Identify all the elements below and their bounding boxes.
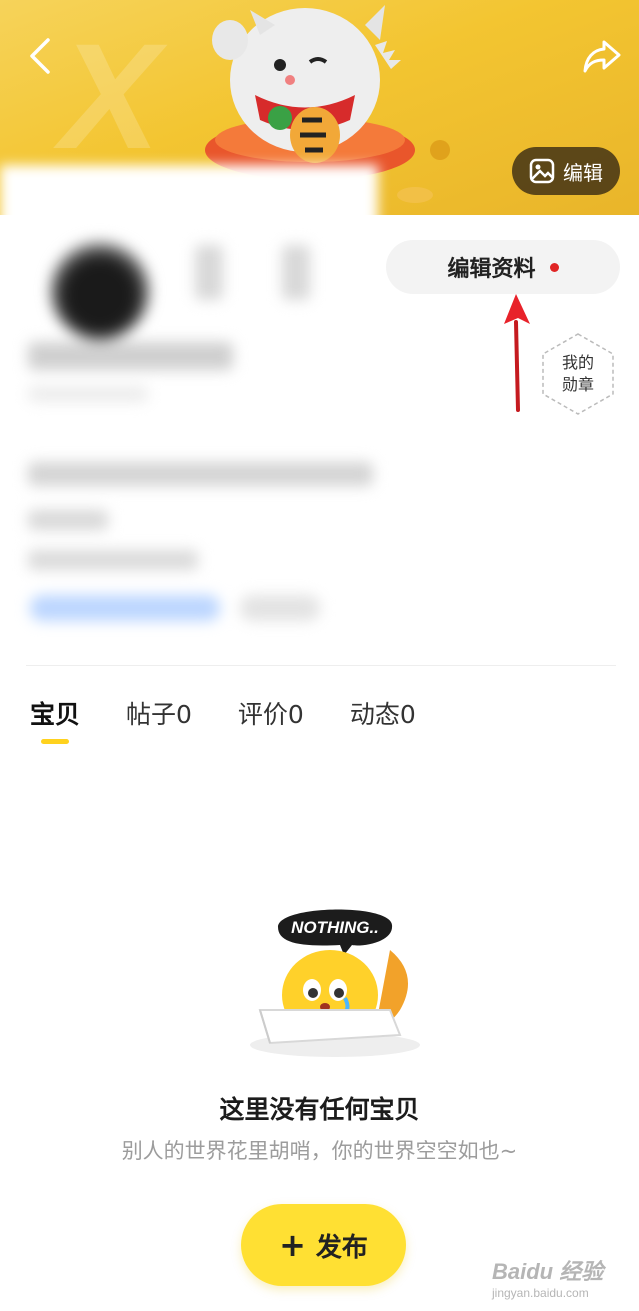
empty-state-title: 这里没有任何宝贝	[219, 1095, 420, 1124]
tab-items-label: 宝贝	[30, 700, 81, 729]
tab-activity-label: 动态0	[349, 700, 416, 729]
watermark-sub: jingyan.baidu.com	[492, 1286, 589, 1300]
tab-items[interactable]: 宝贝	[30, 695, 80, 745]
watermark-main: Baidu 经验	[492, 1259, 604, 1284]
edit-profile-button[interactable]: 编辑资料	[386, 240, 620, 294]
user-info-line	[28, 510, 108, 530]
notification-dot	[549, 262, 559, 272]
cover-edit-button[interactable]: 编辑	[512, 147, 620, 195]
back-icon[interactable]	[22, 36, 62, 76]
publish-button[interactable]: + 发布	[241, 1204, 406, 1286]
username	[28, 342, 233, 370]
tab-posts-label: 帖子0	[126, 700, 192, 729]
image-icon	[529, 158, 555, 184]
cover-edit-label: 编辑	[563, 160, 603, 185]
my-badges-label: 我的勋章	[561, 353, 594, 394]
user-id	[28, 386, 148, 402]
tab-activity[interactable]: 动态0	[350, 695, 416, 745]
tab-posts[interactable]: 帖子0	[126, 695, 192, 745]
baidu-jingyan-watermark: Baidu 经验 jingyan.baidu.com	[492, 1244, 632, 1308]
share-icon[interactable]	[582, 38, 622, 74]
active-tab-indicator	[41, 739, 69, 744]
edit-profile-label: 编辑资料	[447, 257, 536, 282]
divider	[26, 665, 616, 666]
tab-reviews-label: 评价0	[237, 700, 304, 729]
my-badges-button[interactable]: 我的勋章	[540, 332, 616, 416]
annotation-arrow-icon	[504, 294, 530, 412]
content-tabs: 宝贝 帖子0 评价0 动态0	[30, 695, 416, 745]
user-info-line	[28, 550, 198, 570]
profile-info-blurred	[0, 150, 380, 630]
stat-followers	[282, 245, 310, 300]
empty-state-illustration: NOTHING..	[250, 909, 420, 1057]
tab-reviews[interactable]: 评价0	[238, 695, 304, 745]
nothing-bubble-text: NOTHING..	[291, 918, 379, 937]
stat-following	[195, 245, 223, 300]
user-tag[interactable]	[30, 595, 220, 621]
publish-label: 发布	[315, 1232, 368, 1263]
user-bio	[28, 462, 373, 486]
avatar[interactable]	[50, 240, 150, 340]
user-tag[interactable]	[240, 595, 320, 621]
plus-icon: +	[279, 1226, 306, 1264]
empty-state-subtitle: 别人的世界花里胡哨，你的世界空空如也~	[121, 1139, 518, 1163]
